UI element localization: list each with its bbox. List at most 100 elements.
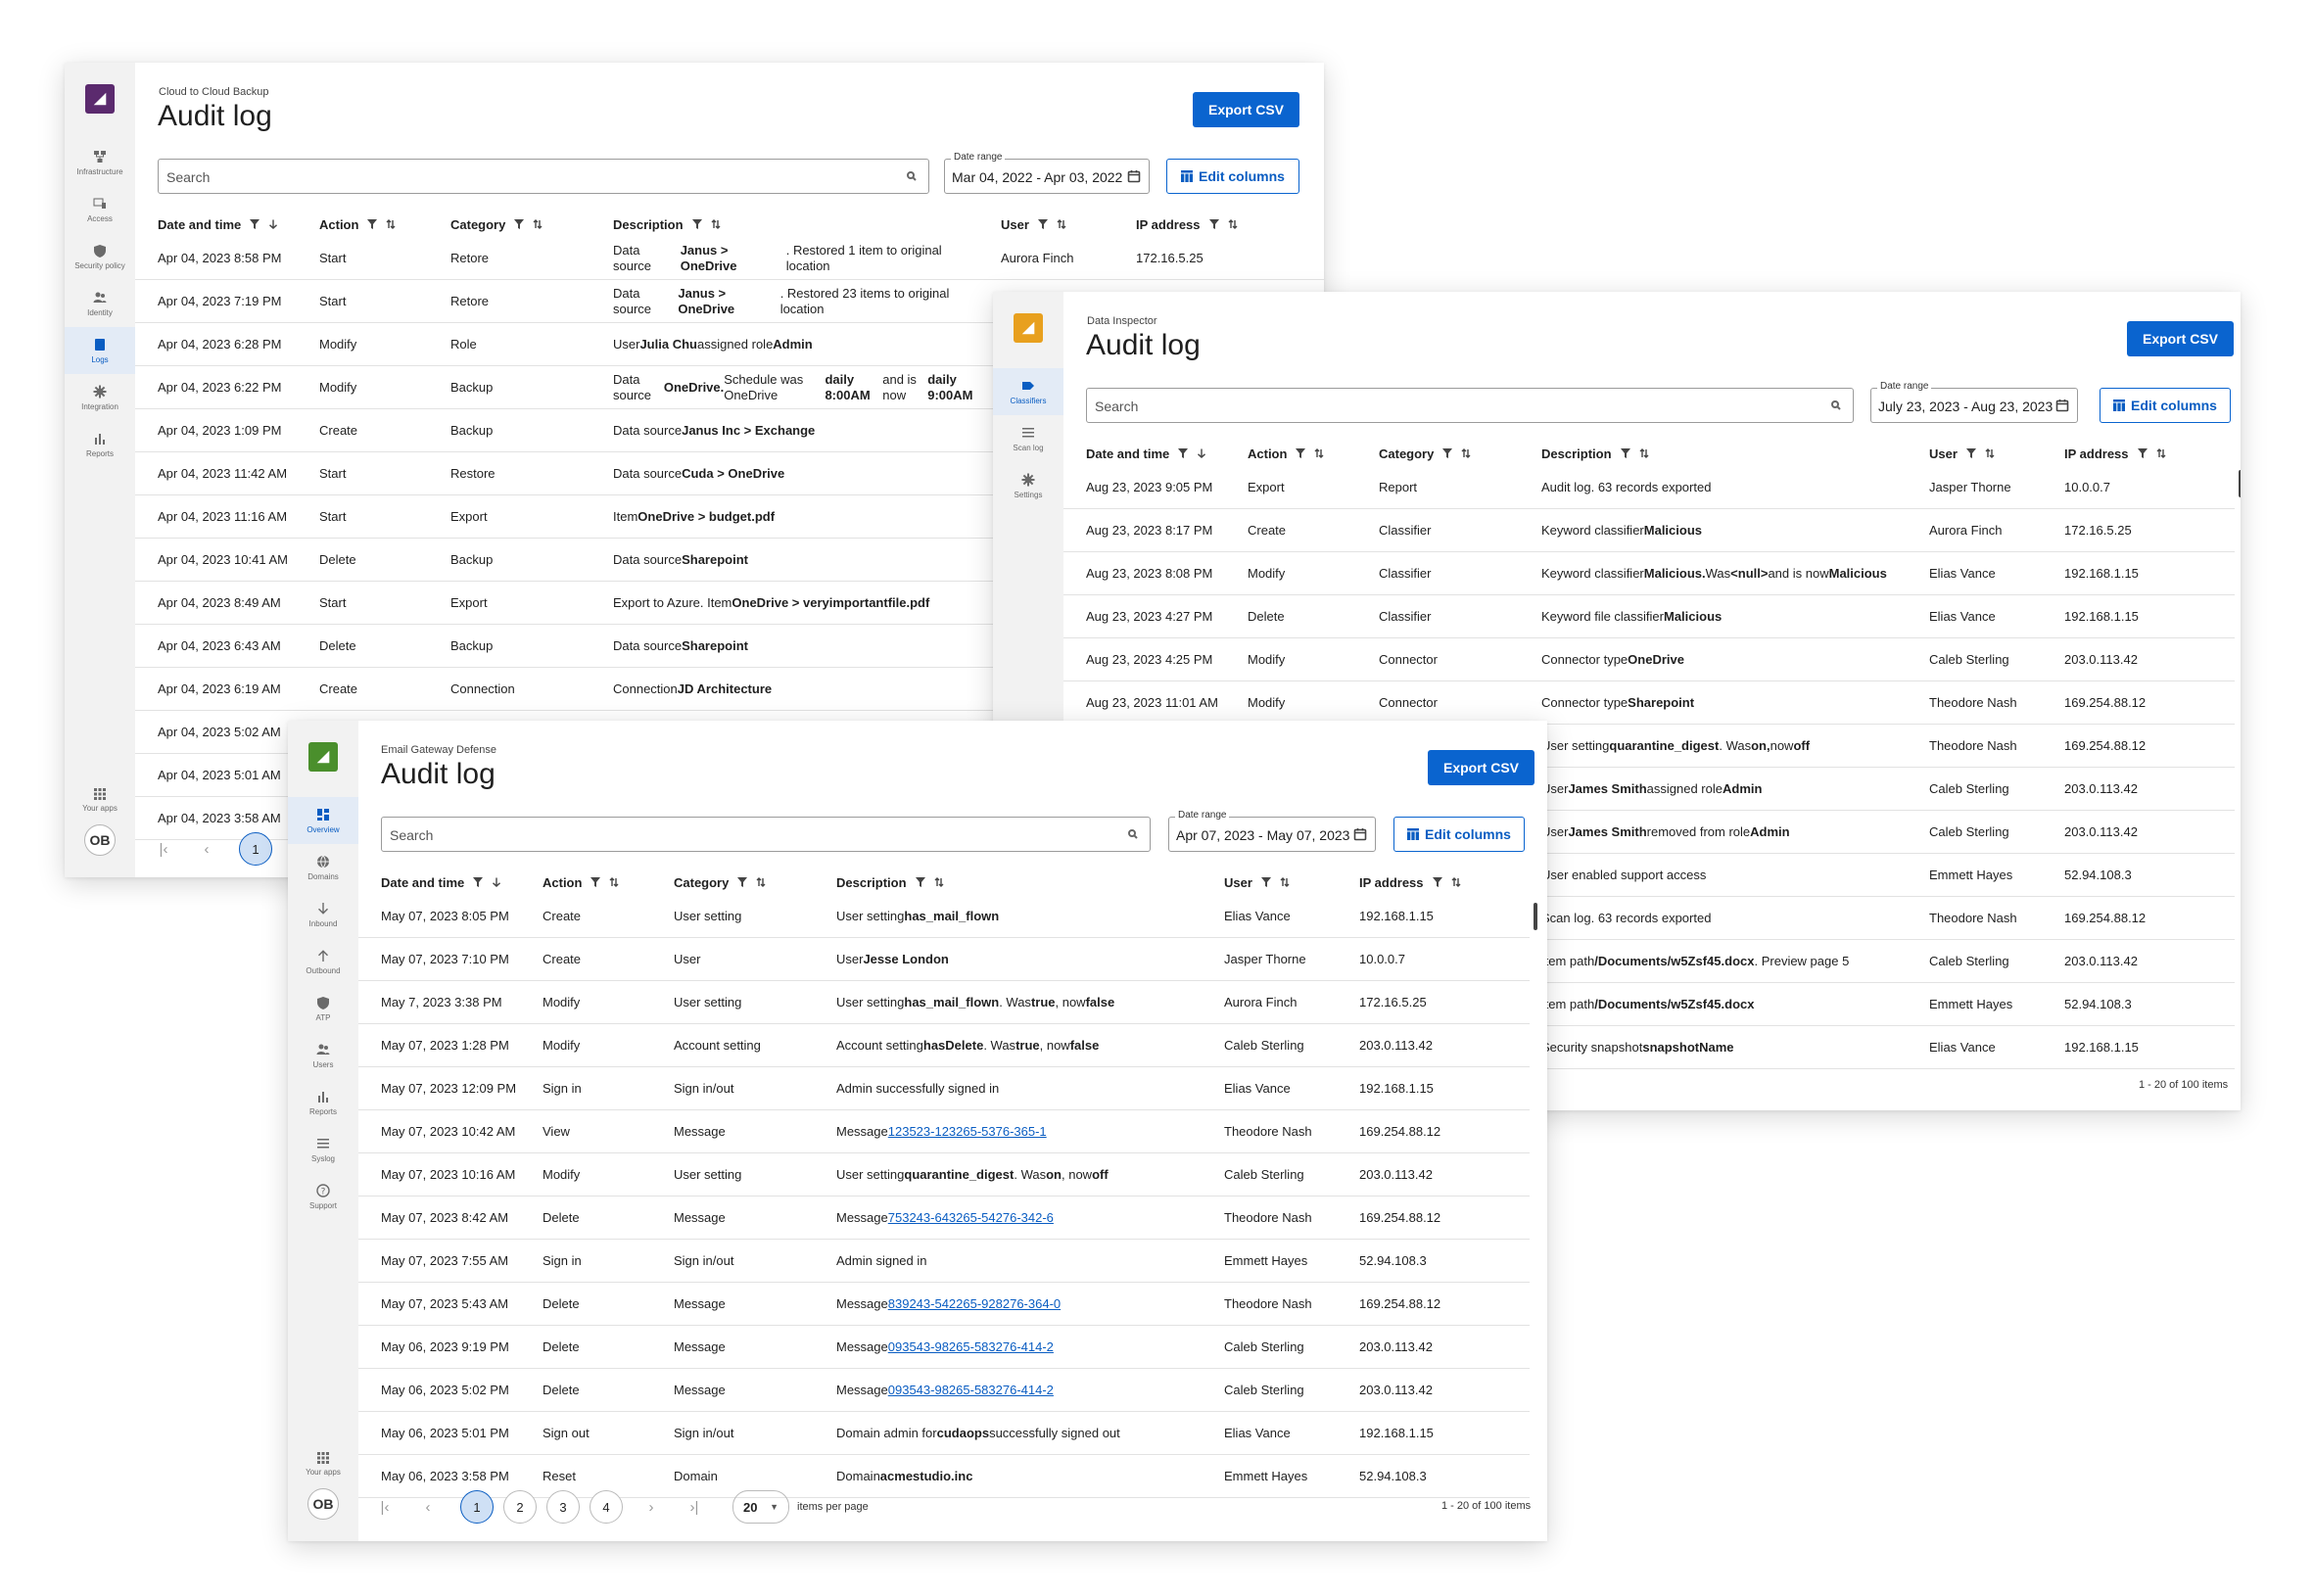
column-header-user[interactable]: User [1224, 869, 1290, 895]
column-header-date[interactable]: Date and time [158, 211, 278, 237]
column-header-user[interactable]: User [1001, 211, 1066, 237]
sidebar-item-reports[interactable]: Reports [65, 421, 135, 468]
sort-icon[interactable] [934, 877, 944, 887]
filter-icon[interactable] [1037, 219, 1048, 229]
table-row[interactable]: May 06, 2023 5:02 PM Delete Message Message… [358, 1369, 1530, 1412]
filter-icon[interactable] [915, 877, 925, 887]
sort-icon[interactable] [2156, 448, 2166, 458]
sort-icon[interactable] [1461, 448, 1471, 458]
sort-icon[interactable] [1451, 877, 1461, 887]
table-scrollbar[interactable] [1534, 903, 1537, 930]
email-logo[interactable] [308, 742, 338, 772]
filter-icon[interactable] [1965, 448, 1976, 458]
column-header-description[interactable]: Description [613, 211, 721, 237]
sidebar-item-security-policy[interactable]: Security policy [65, 233, 135, 280]
sort-icon[interactable] [756, 877, 766, 887]
column-header-date[interactable]: Date and time [381, 869, 501, 895]
first-page-button[interactable]: |‹ [153, 832, 174, 866]
column-header-description[interactable]: Description [1541, 441, 1649, 466]
message-link[interactable]: 123523-123265-5376-365-1 [888, 1124, 1047, 1140]
sort-icon[interactable] [533, 219, 543, 229]
sidebar-item-settings[interactable]: Settings [993, 462, 1063, 509]
export-csv-button[interactable]: Export CSV [1193, 92, 1300, 127]
sort-desc-icon[interactable] [1197, 448, 1206, 458]
date-range-picker[interactable]: Date range Mar 04, 2022 - Apr 03, 2022 [944, 152, 1150, 194]
table-row[interactable]: May 07, 2023 5:43 AM Delete Message Message… [358, 1283, 1530, 1326]
page-1-button[interactable]: 1 [460, 1490, 494, 1524]
sort-icon[interactable] [1314, 448, 1324, 458]
prev-page-button[interactable]: ‹ [196, 832, 217, 866]
last-page-button[interactable]: ›| [684, 1490, 705, 1524]
column-header-ip[interactable]: IP address [2064, 441, 2166, 466]
sidebar-item-users[interactable]: Users [288, 1032, 358, 1079]
filter-icon[interactable] [1208, 219, 1219, 229]
message-link[interactable]: 093543-98265-583276-414-2 [888, 1339, 1054, 1355]
sidebar-item-integration[interactable]: Integration [65, 374, 135, 421]
filter-icon[interactable] [1260, 877, 1271, 887]
filter-icon[interactable] [1442, 448, 1453, 458]
sort-desc-icon[interactable] [268, 219, 278, 229]
table-row[interactable]: May 06, 2023 9:19 PM Delete Message Message… [358, 1326, 1530, 1369]
filter-icon[interactable] [1178, 448, 1189, 458]
edit-columns-button[interactable]: Edit columns [2100, 388, 2231, 423]
filter-icon[interactable] [737, 877, 748, 887]
avatar[interactable]: OB [307, 1488, 339, 1520]
table-row[interactable]: Apr 04, 2023 8:58 PM Start Retore Data sour… [135, 237, 1324, 280]
table-row[interactable]: Aug 23, 2023 11:01 AM Modify Connector Conn… [1063, 681, 2235, 725]
filter-icon[interactable] [691, 219, 702, 229]
table-row[interactable]: May 07, 2023 10:42 AM View Message Message … [358, 1110, 1530, 1153]
sidebar-item-syslog[interactable]: Syslog [288, 1126, 358, 1173]
page-3-button[interactable]: 3 [546, 1490, 580, 1524]
inspector-logo[interactable] [1014, 313, 1043, 343]
backup-logo[interactable] [85, 84, 115, 114]
table-row[interactable]: May 06, 2023 5:01 PM Sign out Sign in/out D… [358, 1412, 1530, 1455]
filter-icon[interactable] [367, 219, 378, 229]
sort-icon[interactable] [1639, 448, 1649, 458]
edit-columns-button[interactable]: Edit columns [1166, 159, 1299, 194]
sidebar-item-outbound[interactable]: Outbound [288, 938, 358, 985]
message-link[interactable]: 753243-643265-54276-342-6 [888, 1210, 1054, 1226]
sort-icon[interactable] [1985, 448, 1995, 458]
column-header-category[interactable]: Category [450, 211, 543, 237]
message-link[interactable]: 093543-98265-583276-414-2 [888, 1383, 1054, 1398]
sidebar-item-domains[interactable]: Domains [288, 844, 358, 891]
sidebar-item-classifiers[interactable]: Classifiers [993, 368, 1063, 415]
next-page-button[interactable]: › [640, 1490, 662, 1524]
sort-icon[interactable] [609, 877, 619, 887]
filter-icon[interactable] [473, 877, 484, 887]
sort-icon[interactable] [1280, 877, 1290, 887]
sort-icon[interactable] [1228, 219, 1238, 229]
export-csv-button[interactable]: Export CSV [2127, 321, 2235, 356]
table-row[interactable]: May 07, 2023 7:10 PM Create User User Jesse… [358, 938, 1530, 981]
table-row[interactable]: May 07, 2023 1:28 PM Modify Account settin… [358, 1024, 1530, 1067]
your-apps-button[interactable]: Your apps [82, 788, 118, 813]
table-row[interactable]: Aug 23, 2023 4:27 PM Delete Classifier Keyw… [1063, 595, 2235, 638]
column-header-category[interactable]: Category [1379, 441, 1471, 466]
avatar[interactable]: OB [84, 824, 116, 856]
page-4-button[interactable]: 4 [590, 1490, 623, 1524]
sidebar-item-reports[interactable]: Reports [288, 1079, 358, 1126]
column-header-user[interactable]: User [1929, 441, 1995, 466]
sort-icon[interactable] [1057, 219, 1066, 229]
date-range-picker[interactable]: Date range Apr 07, 2023 - May 07, 2023 [1168, 810, 1376, 852]
column-header-action[interactable]: Action [543, 869, 619, 895]
table-row[interactable]: May 7, 2023 3:38 PM Modify User setting Use… [358, 981, 1530, 1024]
search-input[interactable]: Search [1086, 388, 1854, 423]
filter-icon[interactable] [2137, 448, 2148, 458]
sidebar-item-overview[interactable]: Overview [288, 797, 358, 844]
sidebar-item-identity[interactable]: Identity [65, 280, 135, 327]
column-header-action[interactable]: Action [319, 211, 396, 237]
prev-page-button[interactable]: ‹ [417, 1490, 439, 1524]
your-apps-button[interactable]: Your apps [306, 1452, 341, 1477]
sidebar-item-infrastructure[interactable]: Infrastructure [65, 139, 135, 186]
filter-icon[interactable] [250, 219, 260, 229]
table-row[interactable]: May 07, 2023 8:42 AM Delete Message Message… [358, 1197, 1530, 1240]
sidebar-item-logs[interactable]: Logs [65, 327, 135, 374]
sidebar-item-inbound[interactable]: Inbound [288, 891, 358, 938]
per-page-select[interactable]: 20 ▼ [732, 1490, 789, 1524]
page-1-button[interactable]: 1 [239, 832, 272, 866]
table-row[interactable]: May 07, 2023 12:09 PM Sign in Sign in/out A… [358, 1067, 1530, 1110]
sort-icon[interactable] [386, 219, 396, 229]
filter-icon[interactable] [1296, 448, 1306, 458]
table-row[interactable]: Aug 23, 2023 8:08 PM Modify Classifier Keyw… [1063, 552, 2235, 595]
